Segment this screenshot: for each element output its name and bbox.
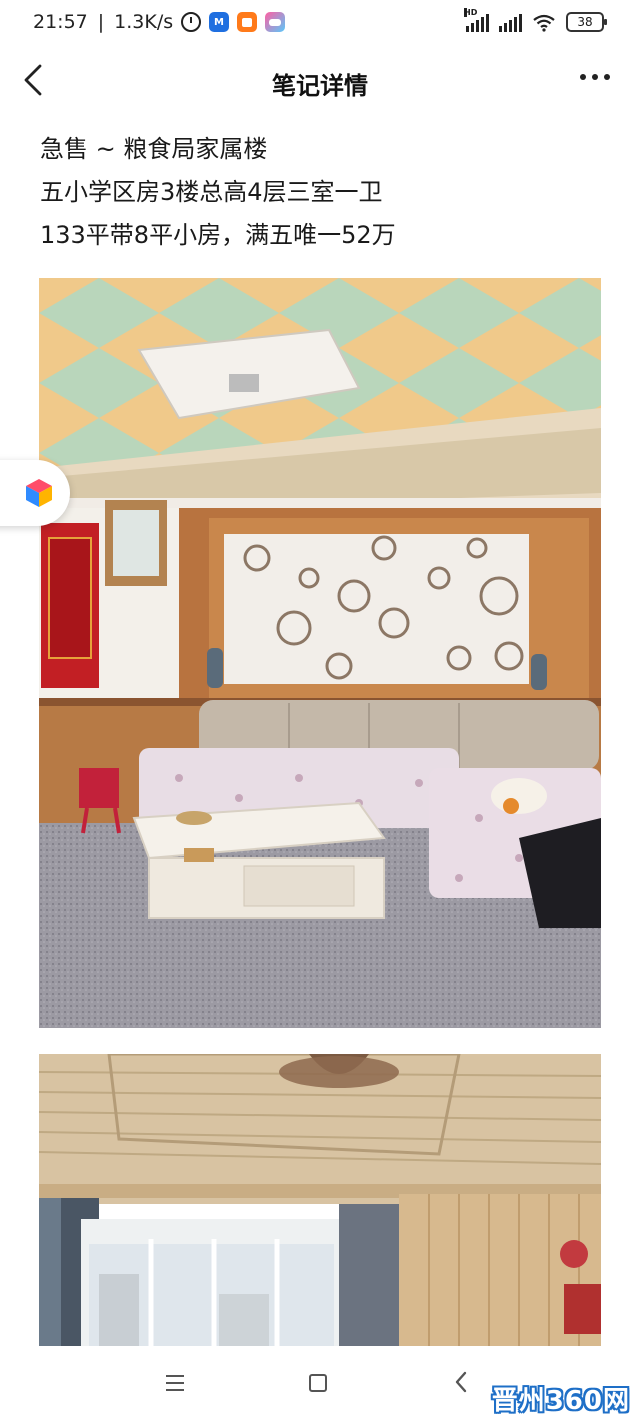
site-watermark: 晋州360网 — [491, 1386, 630, 1416]
post-line-3: 133平带8平小房，满五唯一52万 — [40, 221, 396, 249]
status-separator: | — [97, 11, 105, 33]
page-title: 笔记详情 — [272, 72, 368, 100]
post-line-2: 五小学区房3楼总高4层三室一卫 — [40, 178, 383, 206]
alarm-icon — [181, 12, 202, 32]
post-line-1: 急售 ~ 粮食局家属楼 — [40, 135, 268, 163]
hd-label: HD — [464, 8, 478, 17]
top-nav-bar: 笔记详情 — [0, 52, 640, 108]
back-chevron-icon[interactable] — [452, 1370, 470, 1394]
more-button[interactable] — [580, 74, 610, 80]
status-right: HD 38 — [464, 8, 607, 32]
network-speed: 1.3K/s — [114, 11, 174, 33]
signal-icon-2 — [499, 14, 522, 32]
meituan-app-icon: M — [209, 12, 230, 32]
cube-app-icon — [26, 479, 52, 507]
battery-icon: 38 — [566, 12, 607, 32]
wifi-icon — [532, 14, 556, 32]
post-photo-2[interactable] — [39, 1054, 601, 1346]
post-body: 急售 ~ 粮食局家属楼 五小学区房3楼总高4层三室一卫 133平带8平小房，满五… — [40, 128, 610, 257]
svg-text:M: M — [214, 17, 224, 28]
menu-icon[interactable] — [166, 1375, 184, 1391]
system-nav-bar: 晋州360网 — [0, 1350, 640, 1423]
more-dots-icon — [580, 74, 586, 80]
status-time: 21:57 — [33, 11, 88, 33]
status-bar: 21:57 | 1.3K/s M HD 38 — [0, 0, 640, 48]
game-app-icon — [265, 12, 286, 32]
home-square-icon[interactable] — [309, 1374, 327, 1392]
floating-app-badge[interactable] — [0, 460, 70, 526]
taobao-app-icon — [237, 12, 258, 32]
post-photo-1[interactable] — [39, 278, 601, 1028]
status-left: 21:57 | 1.3K/s M — [33, 11, 286, 33]
signal-icon: HD — [464, 8, 489, 32]
